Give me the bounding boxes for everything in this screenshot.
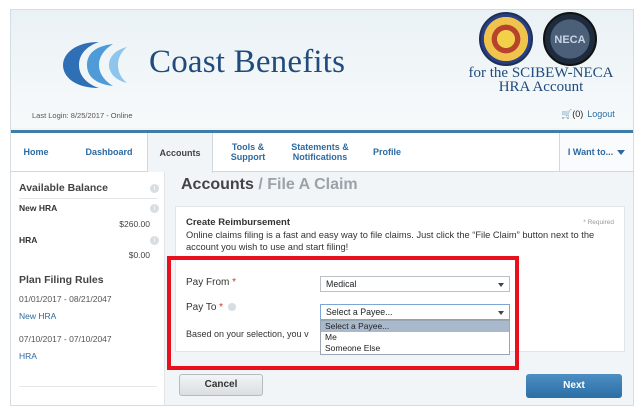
rule-dates: 01/01/2017 - 08/21/2047 bbox=[19, 294, 112, 304]
cancel-button[interactable]: Cancel bbox=[179, 374, 263, 396]
neca-seal-text: NECA bbox=[554, 34, 586, 46]
subtitle-line-1: for the SCIBEW-NECA bbox=[468, 65, 614, 81]
rule-dates: 07/10/2017 - 07/10/2047 bbox=[19, 334, 112, 344]
header: Coast Benefits NECA for the SCIBEW-NECA … bbox=[11, 10, 633, 128]
page-title-main: Accounts bbox=[181, 176, 254, 193]
nav-profile[interactable]: Profile bbox=[365, 133, 409, 171]
nav-dashboard[interactable]: Dashboard bbox=[75, 133, 143, 171]
account-subtitle: for the SCIBEW-NECA HRA Account bbox=[451, 65, 631, 95]
nav-home[interactable]: Home bbox=[19, 133, 53, 171]
red-highlight-box bbox=[167, 256, 519, 370]
rule-account-link[interactable]: HRA bbox=[19, 351, 37, 361]
divider bbox=[19, 198, 157, 199]
account-amount: $260.00 bbox=[119, 219, 150, 229]
info-icon[interactable]: i bbox=[150, 204, 159, 213]
page-title: Accounts / File A Claim bbox=[181, 176, 358, 194]
cart[interactable]: 🛒(0) Logout bbox=[561, 109, 615, 120]
i-want-to-label[interactable]: I Want to... bbox=[568, 147, 613, 157]
nav-statements-notifications[interactable]: Statements & Notifications bbox=[281, 133, 359, 171]
card-description: Online claims filing is a fast and easy … bbox=[186, 230, 595, 252]
sidebar: Available Balance i New HRA i $260.00 HR… bbox=[11, 172, 165, 405]
subtitle-line-2: HRA Account bbox=[498, 79, 584, 95]
logout-link[interactable]: Logout bbox=[587, 109, 615, 119]
available-balance-title: Available Balance bbox=[19, 182, 108, 194]
account-name: HRA bbox=[19, 235, 38, 245]
card-title: Create Reimbursement bbox=[186, 217, 291, 228]
ibew-seal-icon bbox=[479, 12, 533, 66]
brand-name: Coast Benefits bbox=[149, 44, 346, 80]
account-name: New HRA bbox=[19, 203, 58, 213]
neca-seal-icon: NECA bbox=[543, 12, 597, 66]
cart-icon[interactable]: 🛒 bbox=[561, 109, 572, 119]
nav-accounts[interactable]: Accounts bbox=[147, 133, 213, 173]
i-want-to-menu[interactable]: I Want to... bbox=[559, 133, 633, 171]
divider bbox=[19, 386, 157, 387]
coast-logo-icon bbox=[63, 42, 127, 88]
last-login: Last Login: 8/25/2017 - Online bbox=[32, 111, 133, 120]
required-note: * Required bbox=[583, 219, 614, 226]
info-icon[interactable]: i bbox=[150, 184, 159, 193]
info-icon[interactable]: i bbox=[150, 236, 159, 245]
account-amount: $0.00 bbox=[128, 250, 150, 260]
rule-account-link[interactable]: New HRA bbox=[19, 311, 56, 321]
nav-tools-support[interactable]: Tools & Support bbox=[221, 133, 275, 171]
cart-count[interactable]: (0) bbox=[572, 109, 583, 119]
next-button[interactable]: Next bbox=[526, 374, 622, 398]
plan-filing-rules-title: Plan Filing Rules bbox=[19, 274, 104, 286]
chevron-down-icon[interactable] bbox=[617, 149, 626, 155]
page: Coast Benefits NECA for the SCIBEW-NECA … bbox=[10, 9, 634, 406]
page-title-sub: / File A Claim bbox=[258, 176, 358, 193]
main-nav: Home Dashboard Accounts Tools & Support … bbox=[11, 130, 633, 173]
